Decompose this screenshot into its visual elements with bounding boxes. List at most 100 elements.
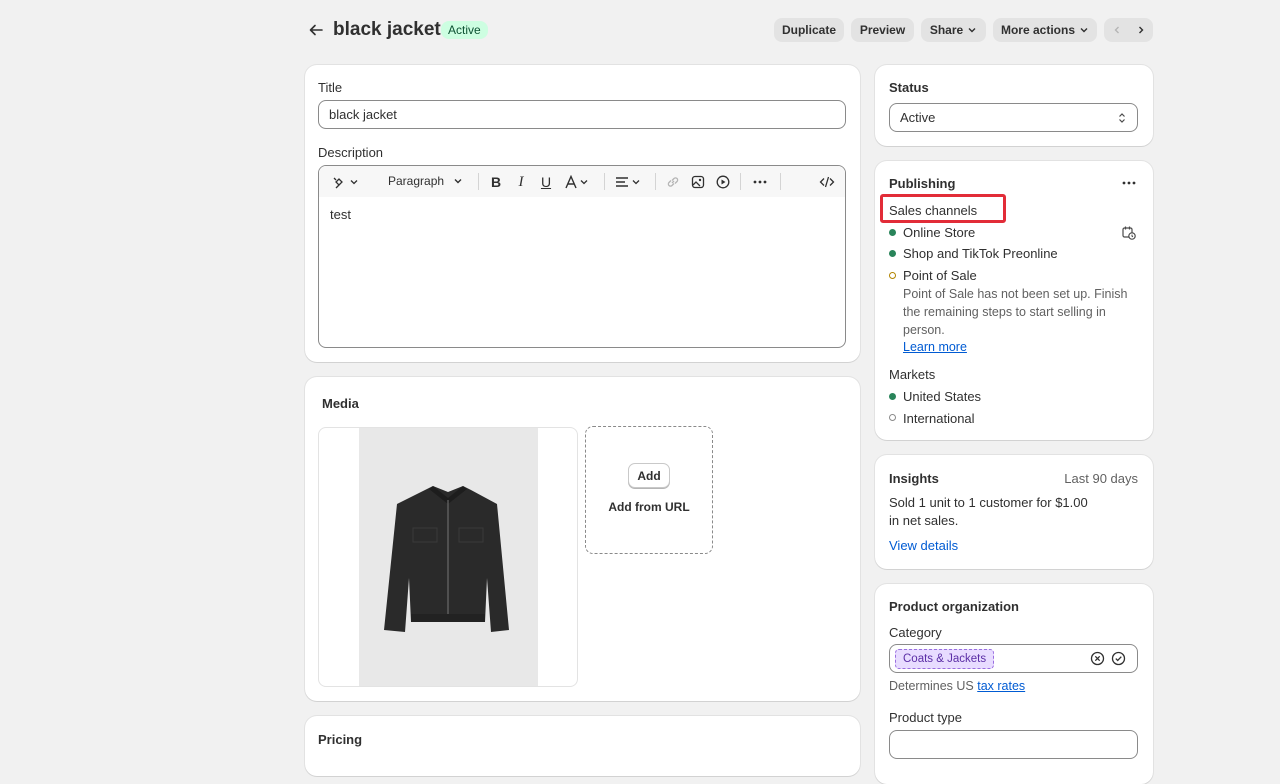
bold-button[interactable]: B [488,174,504,190]
underline-icon: U [540,174,552,190]
insights-summary: Sold 1 unit to 1 customer for $1.00 in n… [889,495,1088,528]
confirm-category-button[interactable] [1111,651,1126,666]
preview-label: Preview [859,23,906,37]
publishing-menu-button[interactable] [1119,175,1139,191]
product-type-label: Product type [889,710,962,725]
calendar-clock-icon [1122,226,1136,240]
chevron-down-icon [454,179,462,184]
markets-label: Markets [889,367,936,382]
channel-status-dot [889,250,896,257]
paragraph-select[interactable]: Paragraph [388,173,464,189]
link-button[interactable] [665,174,681,190]
media-heading: Media [322,396,359,411]
publishing-heading: Publishing [889,176,956,191]
code-icon [819,176,835,188]
status-heading: Status [889,80,929,95]
pos-setup-note: Point of Sale has not been set up. Finis… [903,287,1128,337]
manage-channels-button[interactable] [1121,225,1137,241]
toolbar-divider [780,173,781,190]
duplicate-label: Duplicate [781,23,836,37]
media-thumbnail[interactable] [318,427,578,687]
jacket-illustration [384,486,509,632]
category-tag: Coats & Jackets [895,648,995,669]
title-input[interactable]: black jacket [318,100,846,129]
toolbar-divider [478,173,479,190]
market-international: International [903,411,975,426]
ai-magic-button[interactable] [330,174,360,190]
market-status-dot [889,414,896,421]
align-button[interactable] [614,174,644,190]
insert-image-button[interactable] [690,174,706,190]
category-label: Category [889,625,942,640]
chevron-down-icon [968,28,976,33]
channel-point-of-sale: Point of Sale [903,268,977,283]
play-circle-icon [716,175,730,189]
tax-rates-note: Determines US tax rates [889,679,1025,693]
italic-button[interactable]: I [513,174,529,190]
align-left-icon [616,177,640,187]
more-horizontal-icon [1122,181,1136,185]
insights-heading: Insights [889,471,939,486]
determines-text: Determines US [889,679,974,693]
back-button[interactable] [306,20,326,40]
toolbar-divider [604,173,605,190]
magic-icon [333,177,358,189]
channel-online-store: Online Store [903,225,976,240]
status-select[interactable]: Active [889,103,1138,132]
link-icon [667,177,679,187]
paragraph-select-label: Paragraph [388,174,445,188]
duplicate-button[interactable]: Duplicate [774,18,844,42]
chevron-right-icon [1138,26,1143,34]
more-horizontal-icon [753,180,767,184]
more-formatting-button[interactable] [752,174,768,190]
channel-status-dot [889,229,896,236]
chevron-left-icon [1114,26,1119,34]
image-icon [691,175,705,189]
pagination-group [1104,18,1153,42]
insights-period: Last 90 days [1064,471,1138,486]
status-select-value: Active [900,110,936,125]
preview-button[interactable]: Preview [851,18,914,42]
page-title: black jacket [333,19,441,40]
chevron-down-icon [1080,28,1088,33]
select-arrows-icon [1119,112,1125,123]
x-circle-icon [1090,651,1105,666]
toolbar-divider [740,173,741,190]
description-label: Description [318,145,384,160]
share-button[interactable]: Share [921,18,986,42]
show-html-button[interactable] [819,174,835,190]
next-product-button[interactable] [1129,18,1153,42]
insert-video-button[interactable] [715,174,731,190]
more-actions-label: More actions [1000,23,1075,37]
underline-button[interactable]: U [538,174,554,190]
italic-icon: I [518,173,524,190]
description-text: test [330,207,351,222]
check-circle-icon [1111,651,1126,666]
channel-shop-tiktok: Shop and TikTok Preonline [903,246,1058,261]
title-label: Title [318,80,343,95]
clear-category-button[interactable] [1090,651,1105,666]
prev-product-button[interactable] [1105,18,1129,42]
market-united-states: United States [903,389,982,404]
add-from-url-link[interactable]: Add from URL [586,500,712,514]
more-actions-button[interactable]: More actions [993,18,1097,42]
add-media-button[interactable]: Add [628,463,670,488]
media-dropzone[interactable]: Add Add from URL [585,426,713,554]
market-status-dot [889,393,896,400]
jacket-image [359,428,538,686]
text-color-icon [565,175,588,189]
sales-channels-label: Sales channels [889,203,978,218]
product-organization-heading: Product organization [889,599,1019,614]
status-badge: Active [441,21,488,39]
share-label: Share [929,23,964,37]
pricing-card [305,716,860,776]
tax-rates-link[interactable]: tax rates [977,679,1025,693]
text-color-button[interactable] [564,174,592,190]
bold-icon: B [490,174,502,190]
learn-more-link[interactable]: Learn more [903,340,967,354]
toolbar-divider [655,173,656,190]
title-input-value: black jacket [329,107,397,122]
description-editor[interactable] [318,165,846,348]
add-media-label: Add [637,468,661,483]
view-details-link[interactable]: View details [889,538,958,553]
